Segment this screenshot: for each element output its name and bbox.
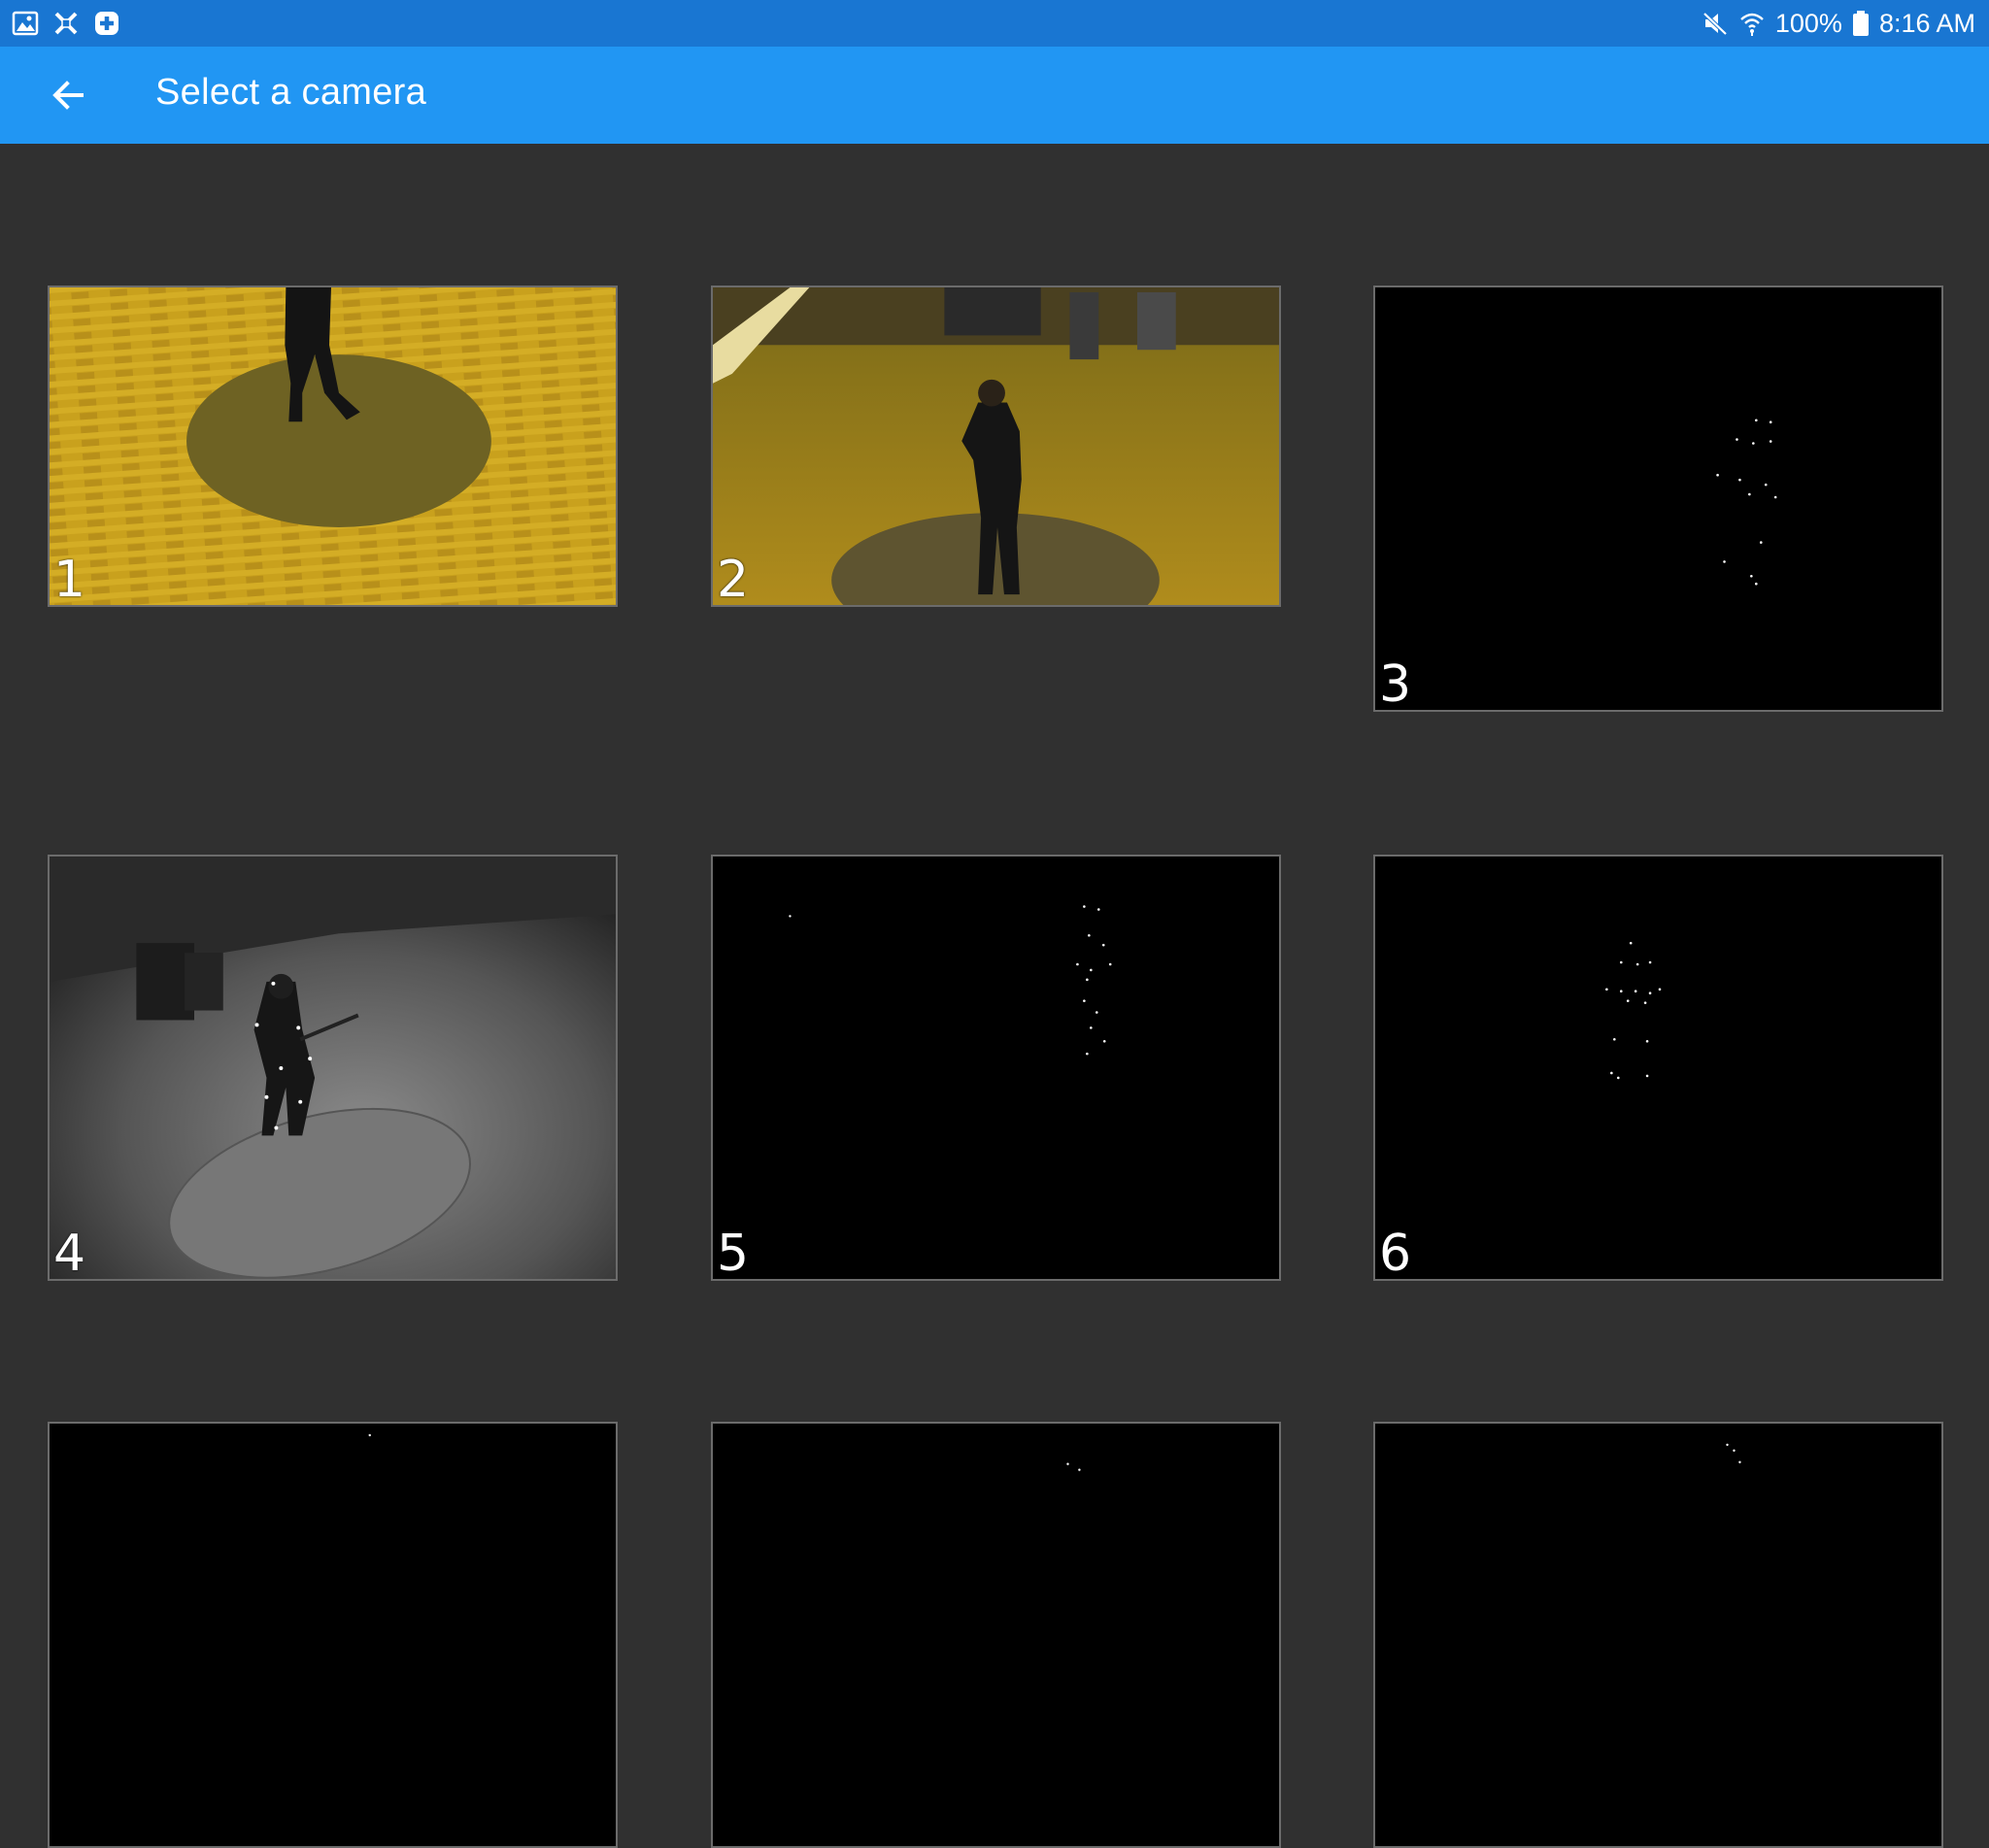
mute-icon — [1702, 12, 1728, 36]
camera-6-preview — [1605, 941, 1662, 1080]
medical-plus-icon — [95, 12, 118, 35]
camera-label: 3 — [1379, 655, 1412, 712]
wifi-icon — [1740, 13, 1764, 36]
app-x-icon — [54, 12, 78, 35]
camera-tile-7[interactable] — [48, 1422, 618, 1848]
camera-tile-5[interactable]: 5 — [711, 855, 1281, 1281]
camera-grid: 1 2 3 4 5 6 — [0, 144, 1989, 1848]
camera-label: 6 — [1379, 1225, 1412, 1281]
camera-5-preview — [789, 905, 1112, 1056]
status-bar: 100% 8:16 AM — [0, 0, 1989, 47]
camera-tile-6[interactable]: 6 — [1373, 855, 1943, 1281]
camera-tile-1[interactable]: 1 — [48, 286, 618, 607]
back-arrow-icon — [52, 81, 84, 110]
camera-tile-4[interactable]: 4 — [48, 855, 618, 1281]
clock: 8:16 AM — [1878, 8, 1975, 38]
camera-3-preview — [1716, 419, 1777, 586]
camera-8-preview — [1066, 1462, 1081, 1471]
camera-label: 5 — [717, 1225, 750, 1281]
camera-1-preview — [50, 287, 616, 605]
back-button[interactable] — [41, 68, 95, 122]
camera-label: 2 — [717, 551, 750, 607]
notification-icons — [12, 10, 120, 37]
system-status: 100% 8:16 AM — [1702, 6, 1975, 41]
camera-label: 4 — [53, 1225, 86, 1281]
gallery-icon — [12, 11, 39, 36]
camera-tile-9[interactable] — [1373, 1422, 1943, 1848]
app-bar: Select a camera — [0, 47, 1989, 144]
camera-4-preview — [50, 857, 616, 1279]
camera-tile-3[interactable]: 3 — [1373, 286, 1943, 712]
camera-tile-8[interactable] — [711, 1422, 1281, 1848]
battery-percent: 100% — [1774, 8, 1842, 38]
camera-tile-2[interactable]: 2 — [711, 286, 1281, 607]
camera-9-preview — [1726, 1443, 1741, 1463]
camera-2-preview — [713, 287, 1279, 605]
camera-label: 1 — [53, 551, 86, 607]
page-title: Select a camera — [155, 72, 427, 113]
camera-7-preview — [368, 1433, 371, 1437]
battery-icon — [1852, 11, 1869, 36]
